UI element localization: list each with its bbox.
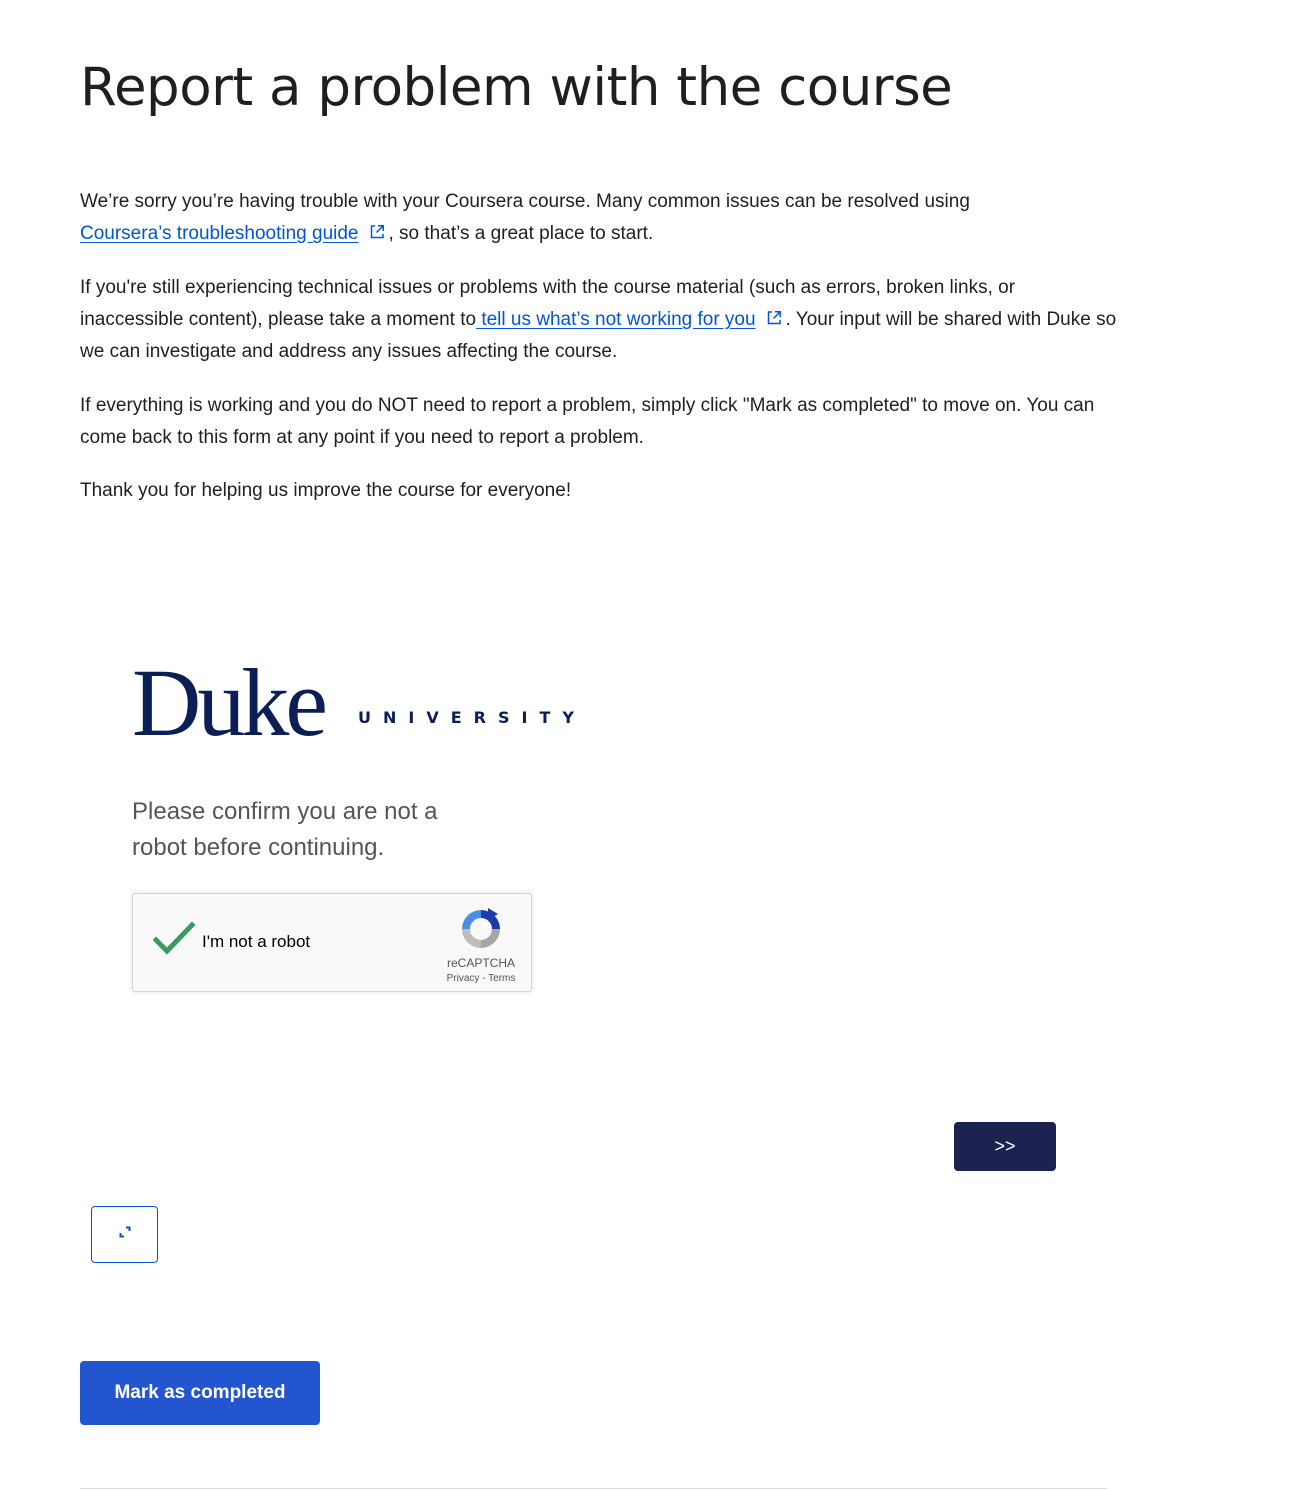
intro-paragraph-3: If everything is working and you do NOT …	[80, 395, 1095, 448]
embedded-form: Duke UNIVERSITY Please confirm you are n…	[80, 540, 1120, 1300]
expand-button[interactable]	[91, 1206, 158, 1263]
intro-paragraph-1: We’re sorry you’re having trouble with y…	[80, 186, 1120, 250]
intro-paragraph-4: Thank you for helping us improve the cou…	[80, 480, 572, 501]
logo-subtitle: UNIVERSITY	[358, 708, 586, 727]
divider	[80, 1488, 1107, 1489]
duke-university-logo: Duke UNIVERSITY	[132, 649, 592, 756]
troubleshooting-guide-link[interactable]: Coursera’s troubleshooting guide	[80, 223, 359, 244]
recaptcha-widget[interactable]: I'm not a robot reCAPTCHA Privacy - Term…	[132, 893, 532, 992]
mark-as-completed-button[interactable]: Mark as completed	[80, 1361, 320, 1425]
external-link-icon	[369, 224, 385, 240]
recaptcha-brand: reCAPTCHA	[446, 956, 515, 970]
recaptcha-logo-icon	[458, 906, 504, 952]
intro-text: We’re sorry you’re having trouble with y…	[80, 191, 970, 212]
external-link-icon	[766, 310, 782, 326]
expand-icon	[118, 1225, 132, 1244]
next-button[interactable]: >>	[954, 1122, 1056, 1171]
page-title: Report a problem with the course	[80, 57, 953, 118]
intro-paragraph-2: If you're still experiencing technical i…	[80, 272, 1120, 368]
recaptcha-label: I'm not a robot	[202, 932, 311, 951]
checkmark-icon[interactable]	[152, 921, 196, 957]
report-problem-link[interactable]: tell us what’s not working for you	[476, 309, 755, 330]
logo-word: Duke	[132, 649, 328, 756]
intro-text: , so that’s a great place to start.	[388, 223, 654, 244]
recaptcha-terms-link[interactable]: Privacy - Terms	[431, 973, 531, 984]
robot-confirm-text: Please confirm you are not a robot befor…	[132, 798, 438, 861]
